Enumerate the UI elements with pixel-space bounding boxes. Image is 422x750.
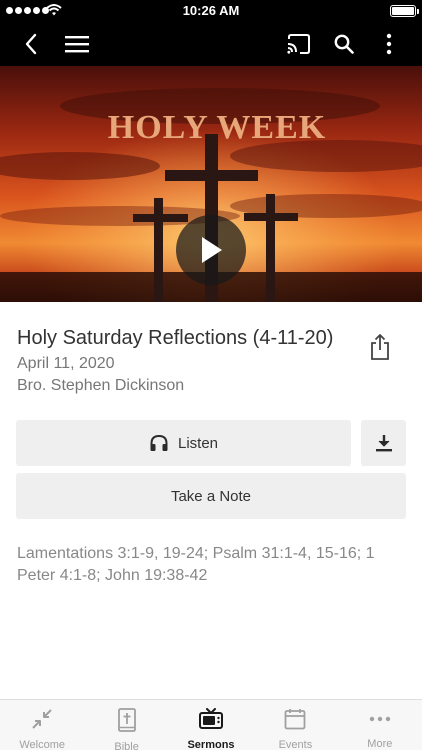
tab-events[interactable]: Events [253,700,337,750]
tab-more[interactable]: More [338,700,422,750]
sermon-speaker: Bro. Stephen Dickinson [17,377,185,394]
tab-bible[interactable]: Bible [84,700,168,750]
play-button[interactable] [176,215,246,285]
tab-label: Bible [114,741,139,750]
tab-label: More [367,738,393,750]
download-button[interactable] [361,420,406,466]
download-icon [375,435,392,452]
tab-label: Events [278,739,313,750]
cast-button[interactable] [277,22,321,66]
tv-icon [199,708,224,729]
listen-button[interactable]: Listen [16,420,351,466]
hamburger-icon [65,36,89,53]
headphones-icon [150,434,168,451]
take-note-label: Take a Note [170,487,252,505]
tab-sermons[interactable]: Sermons [169,700,253,750]
sermon-date: April 11, 2020 [17,355,115,372]
nav-bar [0,22,422,66]
calendar-icon [285,709,306,730]
more-options-button[interactable] [367,22,411,66]
share-icon [371,334,389,360]
status-time: 10:26 AM [182,3,240,18]
vertical-dots-icon [386,33,392,55]
bible-icon [117,708,136,732]
cast-icon [287,34,310,54]
search-icon [334,34,354,54]
listen-label: Listen [177,434,219,452]
status-bar: 10:26 AM [0,0,422,22]
search-button[interactable] [322,22,366,66]
share-button[interactable] [364,330,396,364]
sermon-video[interactable]: HOLY WEEK [0,66,422,302]
take-note-button[interactable]: Take a Note [16,473,406,519]
tab-label: Sermons [187,739,235,750]
video-overlay-title: HOLY WEEK [108,109,326,146]
compress-arrows-icon [32,709,52,729]
tab-bar: Welcome Bible Sermons Events More [0,699,422,750]
menu-button[interactable] [55,22,99,66]
ellipsis-icon [369,716,391,721]
battery-icon [390,5,419,17]
back-button[interactable] [9,22,53,66]
tab-welcome[interactable]: Welcome [0,700,84,750]
tab-label: Welcome [19,739,66,750]
scripture-references: Lamentations 3:1-9, 19-24; Psalm 31:1-4,… [17,545,375,584]
chevron-left-icon [25,33,37,55]
play-icon [202,237,222,263]
sermon-title: Holy Saturday Reflections (4-11-20) [17,327,334,349]
